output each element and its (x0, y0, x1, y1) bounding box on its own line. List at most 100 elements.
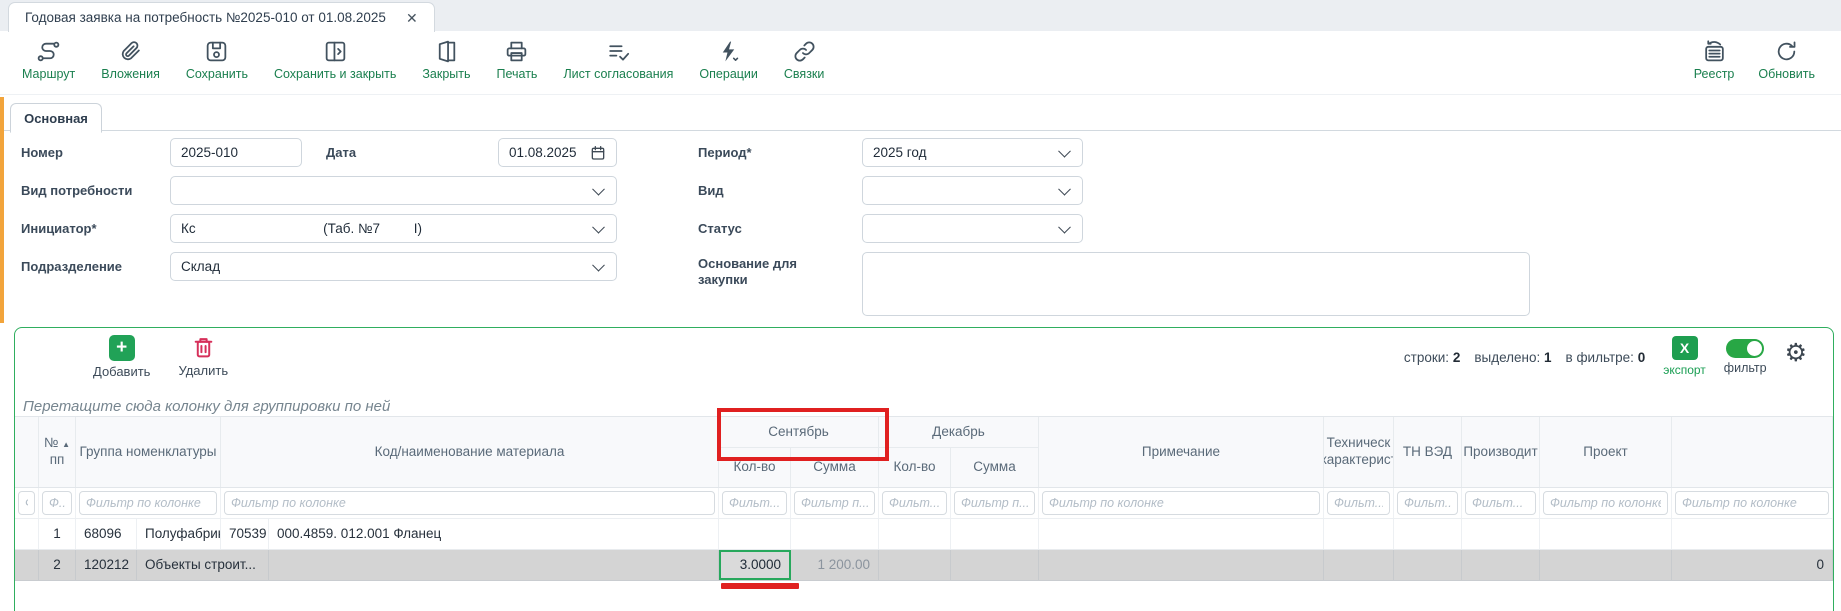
filter-input-tech[interactable] (1327, 491, 1390, 515)
column-header-select[interactable] (15, 417, 39, 487)
lightning-icon (716, 39, 741, 64)
chevron-down-icon (1058, 144, 1071, 157)
september-group-label[interactable]: Сентябрь (719, 417, 878, 448)
settings-gear-icon[interactable]: ⚙ (1785, 341, 1807, 366)
number-value: 2025-010 (181, 145, 238, 160)
operations-button[interactable]: Операции (699, 39, 757, 81)
close-icon[interactable]: ✕ (406, 11, 418, 25)
approval-sheet-button[interactable]: Лист согласования (563, 39, 673, 81)
filter-input-sep-sum[interactable] (794, 491, 875, 515)
print-button[interactable]: Печать (497, 39, 538, 81)
column-header-dec-sum[interactable]: Сумма (951, 448, 1038, 487)
filter-toggle-control[interactable]: фильтр (1724, 336, 1767, 375)
calendar-icon[interactable] (590, 145, 606, 161)
attachments-button[interactable]: Вложения (101, 39, 160, 81)
tnved-cell[interactable] (1394, 550, 1462, 580)
filter-input-note[interactable] (1042, 491, 1320, 515)
date-value: 01.08.2025 (509, 145, 577, 160)
number-field[interactable]: 2025-010 (170, 138, 302, 167)
status-select[interactable] (862, 214, 1083, 243)
chevron-down-icon (1058, 182, 1071, 195)
column-group-september[interactable]: Сентябрь Кол-во Сумма (719, 417, 879, 487)
column-group-december[interactable]: Декабрь Кол-во Сумма (879, 417, 1039, 487)
kind-select[interactable] (862, 176, 1083, 205)
column-header-extra[interactable] (1672, 417, 1833, 487)
material-name-cell (269, 550, 719, 580)
route-label: Маршрут (22, 67, 75, 81)
filter-input-producer[interactable] (1465, 491, 1536, 515)
tab-osnovnaya[interactable]: Основная (10, 103, 102, 133)
dec-sum-cell[interactable] (951, 519, 1039, 549)
filter-input-dec-qty[interactable] (882, 491, 947, 515)
dec-qty-cell[interactable] (879, 550, 951, 580)
add-row-button[interactable]: + Добавить (93, 335, 150, 379)
toggle-on-icon[interactable] (1726, 339, 1764, 358)
route-button[interactable]: Маршрут (22, 39, 75, 81)
filter-input-dec-sum[interactable] (954, 491, 1035, 515)
filter-input-group[interactable] (79, 491, 217, 515)
column-header-sep-qty[interactable]: Кол-во (719, 448, 791, 487)
filter-input-select[interactable] (18, 491, 35, 515)
filter-input-material[interactable] (224, 491, 715, 515)
material-name-cell: 000.4859. 012.001 Фланец (269, 519, 719, 549)
producer-cell[interactable] (1462, 519, 1540, 549)
save-and-close-label: Сохранить и закрыть (274, 67, 396, 81)
registry-button[interactable]: Реестр (1694, 39, 1735, 81)
column-header-num[interactable]: № ▲ пп (39, 417, 76, 487)
refresh-button[interactable]: Обновить (1758, 39, 1815, 81)
delete-row-button[interactable]: Удалить (178, 335, 228, 379)
filter-input-extra[interactable] (1675, 491, 1829, 515)
note-cell[interactable] (1039, 519, 1324, 549)
column-header-sep-sum[interactable]: Сумма (791, 448, 878, 487)
tech-cell[interactable] (1324, 519, 1394, 549)
extra-cell[interactable] (1672, 519, 1833, 549)
column-header-dec-qty[interactable]: Кол-во (879, 448, 951, 487)
tnved-cell[interactable] (1394, 519, 1462, 549)
department-select[interactable]: Склад (170, 252, 617, 281)
column-header-material[interactable]: Код/наименование материала (221, 417, 719, 487)
group-by-hint: Перетащите сюда колонку для группировки … (23, 398, 390, 415)
tech-cell[interactable] (1324, 550, 1394, 580)
filter-input-tnved[interactable] (1397, 491, 1458, 515)
sep-sum-cell[interactable]: 1 200.00 (791, 550, 879, 580)
dec-sum-cell[interactable] (951, 550, 1039, 580)
period-select[interactable]: 2025 год (862, 138, 1083, 167)
column-header-note[interactable]: Примечание (1039, 417, 1324, 487)
basis-textarea[interactable] (862, 252, 1530, 316)
table-row[interactable]: 1 68096 Полуфабрикаты 70539 000.4859. 01… (15, 519, 1833, 550)
note-cell[interactable] (1039, 550, 1324, 580)
table-row-selected[interactable]: 2 120212 Объекты строит... 3.0000 1 200.… (15, 550, 1833, 581)
links-button[interactable]: Связки (784, 39, 824, 81)
dec-qty-cell[interactable] (879, 519, 951, 549)
date-field[interactable]: 01.08.2025 (498, 138, 617, 167)
column-header-project[interactable]: Проект (1540, 417, 1672, 487)
sep-sum-cell[interactable] (791, 519, 879, 549)
export-excel-button[interactable]: X экспорт (1663, 336, 1706, 377)
chain-link-icon (792, 39, 817, 64)
sep-qty-cell-active[interactable]: 3.0000 (719, 550, 791, 580)
column-header-producer[interactable]: Производит (1462, 417, 1540, 487)
initiator-select[interactable]: Кс (Таб. №7 I) (170, 214, 617, 243)
filter-input-project[interactable] (1543, 491, 1668, 515)
need-type-select[interactable] (170, 176, 617, 205)
row-select-cell[interactable] (15, 519, 39, 549)
column-header-tech[interactable]: Техническ характерист (1324, 417, 1394, 487)
operations-label: Операции (699, 67, 757, 81)
document-tab[interactable]: Годовая заявка на потребность №2025-010 … (8, 2, 435, 32)
december-group-label[interactable]: Декабрь (879, 417, 1038, 448)
project-cell[interactable] (1540, 550, 1672, 580)
close-document-label: Закрыть (422, 67, 470, 81)
project-cell[interactable] (1540, 519, 1672, 549)
column-header-tnved[interactable]: ТН ВЭД (1394, 417, 1462, 487)
column-header-group[interactable]: Группа номенклатуры (76, 417, 221, 487)
basis-label: Основание для закупки (698, 256, 798, 289)
filter-input-num[interactable] (42, 491, 72, 515)
save-button[interactable]: Сохранить (186, 39, 248, 81)
save-and-close-button[interactable]: Сохранить и закрыть (274, 39, 396, 81)
row-select-cell[interactable] (15, 550, 39, 580)
sep-qty-cell[interactable] (719, 519, 791, 549)
extra-cell[interactable]: 0 (1672, 550, 1833, 580)
producer-cell[interactable] (1462, 550, 1540, 580)
close-document-button[interactable]: Закрыть (422, 39, 470, 81)
filter-input-sep-qty[interactable] (722, 491, 787, 515)
